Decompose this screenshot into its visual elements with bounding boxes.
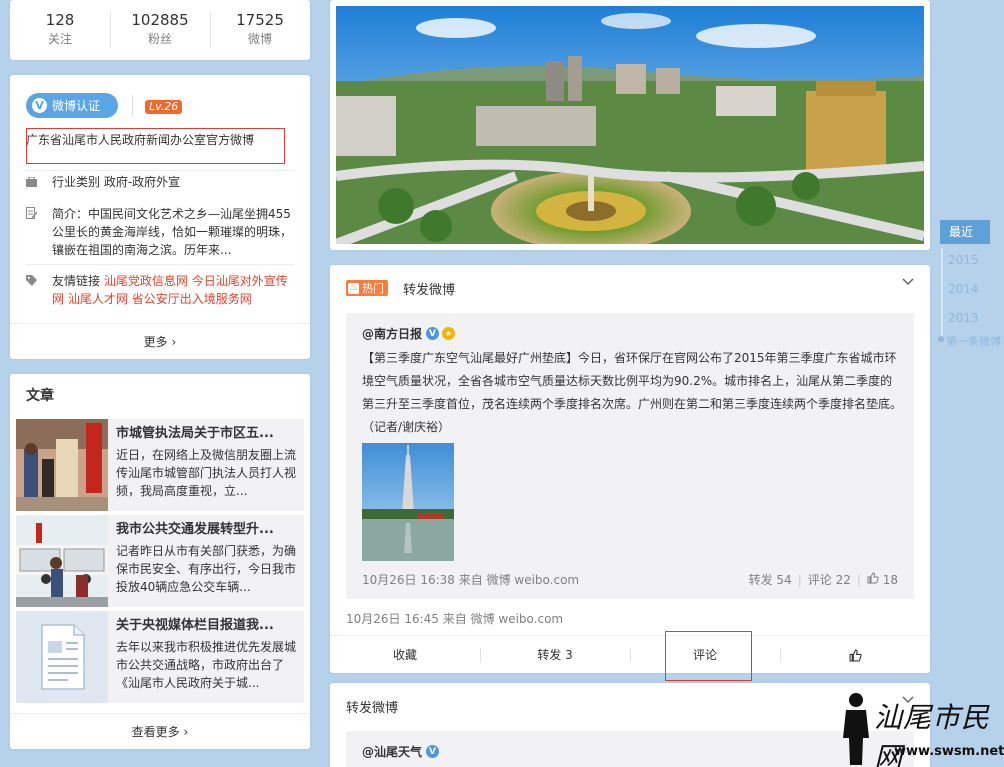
- edit-note-icon: [26, 205, 40, 259]
- articles-panel: 文章 市城管执法局关于市区五... 近日，在网络上及微信朋友圈上流传汕尾市城管部…: [10, 374, 310, 749]
- original-repost-count[interactable]: 转发 54: [749, 571, 792, 588]
- verified-v-icon: V: [426, 745, 440, 758]
- stat-posts[interactable]: 17525 微博: [210, 0, 310, 60]
- industry-value: 政府-政府外宣: [103, 175, 181, 189]
- post-header: 转发微博: [403, 283, 456, 298]
- collect-button[interactable]: 收藏: [330, 636, 480, 673]
- post-meta[interactable]: 10月26日 16:45 来自 微博 weibo.com: [346, 610, 563, 627]
- followers-label: 粉丝: [147, 32, 172, 46]
- thumbs-up-icon: [867, 572, 879, 584]
- industry-label: 行业类别: [52, 175, 101, 189]
- article-title[interactable]: 市城管执法局关于市区五...: [116, 425, 296, 443]
- feed-post: ♨ 热门 转发微博 @南方日报 V ★ 【第三季度广东空气汕尾最好广州垫底】今日…: [330, 265, 930, 681]
- flame-icon: ♨: [348, 282, 359, 294]
- verified-v-icon: V: [32, 98, 47, 113]
- links-label: 友情链接: [52, 274, 101, 288]
- year-timeline: 最近 2015 2014 2013 第一条微博: [938, 220, 1004, 350]
- profile-stats: 128 关注 102885 粉丝 17525 微博: [10, 0, 310, 60]
- article-item[interactable]: 我市公共交通发展转型升... 记者昨日从市有关部门获悉，为确保市民安全、有序出行…: [16, 515, 304, 607]
- article-placeholder-icon: [16, 611, 108, 703]
- info-divider: [26, 264, 294, 265]
- intro-row: 简介：中国民间文化艺术之乡—汕尾坐拥455公里长的黄金海岸线，恰如一颗璀璨的明珠…: [26, 205, 296, 259]
- post-action-bar: 收藏 转发 3 评论: [330, 635, 930, 673]
- highlight-box-comment: [665, 631, 752, 681]
- original-author[interactable]: @南方日报 V ★: [362, 325, 456, 342]
- timeline-year-2013[interactable]: 2013: [948, 311, 979, 325]
- info-divider: [26, 170, 294, 171]
- badge-separator: [132, 95, 133, 117]
- link-talent-net[interactable]: 汕尾人才网: [68, 292, 128, 306]
- post-image[interactable]: [362, 443, 454, 561]
- article-thumbnail: [16, 419, 108, 511]
- posts-label: 微博: [247, 32, 272, 46]
- following-label: 关注: [47, 32, 72, 46]
- highlight-box-verify: [26, 128, 285, 164]
- site-watermark: 汕尾市民网 www.swsm.net: [836, 690, 1004, 767]
- hot-tag: ♨ 热门: [346, 280, 388, 296]
- original-text: 【第三季度广东空气汕尾最好广州垫底】今日，省环保厅在官网公布了2015年第三季度…: [362, 351, 903, 434]
- thumbs-up-icon: [849, 649, 862, 662]
- original-post: @汕尾天气 V: [346, 731, 914, 767]
- level-badge[interactable]: Lv.26: [145, 100, 183, 114]
- tag-icon: [26, 272, 40, 308]
- see-more-button[interactable]: 查看更多 ›: [10, 713, 310, 749]
- timeline-line: [941, 248, 943, 340]
- repost-button[interactable]: 转发 3: [480, 636, 630, 673]
- industry-row: 行业类别 政府-政府外宣: [26, 173, 296, 193]
- article-thumbnail: [16, 515, 108, 607]
- timeline-year-2014[interactable]: 2014: [948, 282, 979, 296]
- chevron-right-icon: ›: [183, 725, 189, 739]
- timeline-first-post[interactable]: 第一条微博: [946, 333, 1001, 349]
- chevron-down-icon[interactable]: [902, 275, 914, 287]
- verify-badge[interactable]: V 微博认证: [26, 93, 118, 118]
- article-title[interactable]: 我市公共交通发展转型升...: [116, 521, 296, 539]
- original-actions: 转发 54 | 评论 22 | 18: [748, 571, 898, 588]
- article-item[interactable]: 市城管执法局关于市区五... 近日，在网络上及微信朋友圈上流传汕尾市城管部门执法…: [16, 419, 304, 511]
- profile-info: V 微博认证 Lv.26 广东省汕尾市人民政府新闻办公室官方微博 行业类别 政府…: [10, 75, 310, 359]
- post-header: 转发微博: [346, 701, 399, 716]
- article-summary: 近日，在网络上及微信朋友圈上流传汕尾市城管部门执法人员打人视频，我局高度重视，立…: [116, 448, 296, 498]
- article-item[interactable]: 关于央视媒体栏目报道我... 去年以来我市积极推进优先发展城市公共交通战略，市政…: [16, 611, 304, 703]
- gold-medal-icon: ★: [442, 327, 456, 340]
- watermark-url: www.swsm.net: [894, 744, 1004, 759]
- intro-text: 简介：中国民间文化艺术之乡—汕尾坐拥455公里长的黄金海岸线，恰如一颗璀璨的明珠…: [52, 207, 293, 257]
- timeline-recent[interactable]: 最近: [940, 220, 990, 244]
- articles-title: 文章: [26, 388, 54, 404]
- link-party-info[interactable]: 汕尾党政信息网: [104, 274, 188, 288]
- original-post: @南方日报 V ★ 【第三季度广东空气汕尾最好广州垫底】今日，省环保厅在官网公布…: [346, 313, 914, 599]
- following-count: 128: [45, 11, 75, 29]
- chevron-right-icon: ›: [171, 335, 177, 349]
- timeline-year-2015[interactable]: 2015: [948, 253, 979, 267]
- more-button[interactable]: 更多 ›: [10, 323, 310, 359]
- original-meta[interactable]: 10月26日 16:38 来自 微博 weibo.com: [362, 571, 579, 588]
- briefcase-icon: [26, 173, 40, 193]
- city-aerial-photo: [336, 6, 924, 244]
- original-like[interactable]: 18: [867, 572, 898, 587]
- links-row: 友情链接 汕尾党政信息网 今日汕尾对外宣传网 汕尾人才网 省公安厅出入境服务网: [26, 272, 296, 308]
- article-title[interactable]: 关于央视媒体栏目报道我...: [116, 617, 296, 635]
- timeline-dot: [938, 336, 944, 342]
- person-silhouette-icon: [843, 693, 869, 765]
- posts-count: 17525: [236, 11, 284, 29]
- stat-following[interactable]: 128 关注: [10, 0, 110, 60]
- original-author[interactable]: @汕尾天气 V: [362, 743, 440, 760]
- verify-label: 微博认证: [52, 99, 101, 113]
- cover-banner: [330, 0, 930, 250]
- link-exit-entry[interactable]: 省公安厅出入境服务网: [132, 292, 252, 306]
- like-button[interactable]: [780, 636, 930, 673]
- stat-followers[interactable]: 102885 粉丝: [110, 0, 210, 60]
- verified-v-icon: V: [426, 327, 440, 340]
- followers-count: 102885: [131, 11, 189, 29]
- article-summary: 去年以来我市积极推进优先发展城市公共交通战略，市政府出台了《汕尾市人民政府关于城…: [116, 640, 296, 690]
- original-comment-count[interactable]: 评论 22: [808, 571, 851, 588]
- article-summary: 记者昨日从市有关部门获悉，为确保市民安全、有序出行，今日我市投放40辆应急公交车…: [116, 544, 296, 594]
